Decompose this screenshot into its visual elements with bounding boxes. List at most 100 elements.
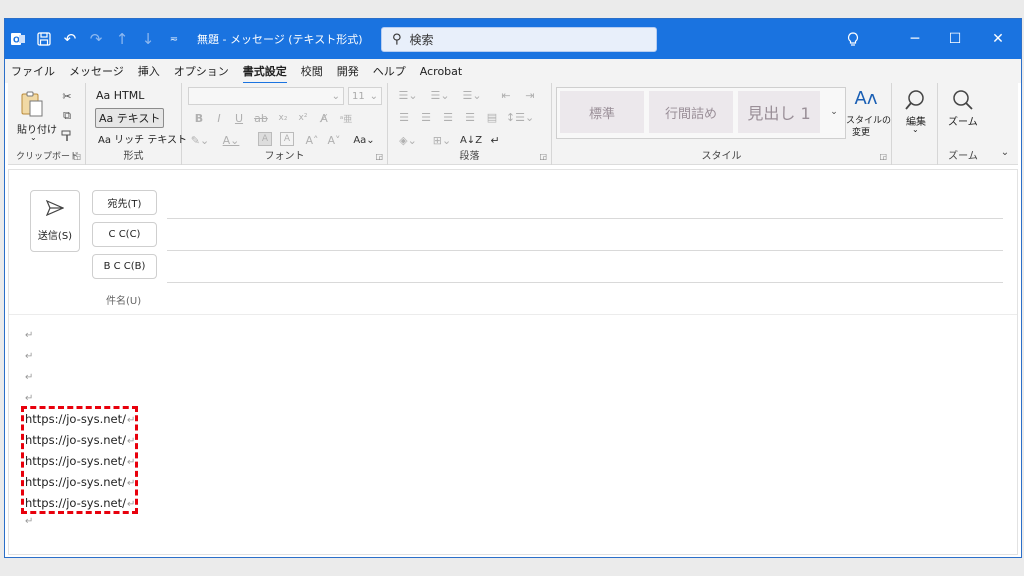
sort-icon[interactable]: A↓Z (460, 132, 482, 148)
character-border-icon[interactable]: A (280, 132, 294, 146)
undo-icon[interactable]: ↶ (57, 19, 83, 59)
bold-icon[interactable]: B (192, 110, 206, 126)
align-center-icon[interactable]: ☰ (418, 109, 434, 125)
format-text-button[interactable]: Aa テキスト (95, 108, 165, 128)
paste-label[interactable]: 貼り付け (17, 121, 57, 136)
increase-indent-icon[interactable]: ⇥ (522, 87, 538, 103)
numbering-icon[interactable]: ☰⌄ (426, 87, 454, 103)
font-color-icon[interactable]: A⌄ (220, 132, 242, 148)
style-normal[interactable]: 標準 (560, 91, 644, 133)
tab-help[interactable]: ヘルプ (373, 63, 406, 79)
align-right-icon[interactable]: ☰ (440, 109, 456, 125)
save-icon[interactable] (31, 19, 57, 59)
cut-icon[interactable]: ✂ (58, 87, 76, 105)
previous-item-icon[interactable]: ↑ (109, 19, 135, 59)
grow-font-icon[interactable]: A˄ (304, 132, 320, 148)
distributed-icon[interactable]: ▤ (484, 109, 500, 125)
shrink-font-icon[interactable]: A˅ (326, 132, 342, 148)
borders-icon[interactable]: ⊞⌄ (428, 132, 456, 148)
url-line[interactable]: https://jo-sys.net/↵ (25, 475, 135, 489)
phonetic-guide-icon[interactable]: ᵃ亜 (338, 110, 354, 126)
paste-icon[interactable] (16, 89, 48, 119)
format-rich-text-button[interactable]: Aa リッチ テキスト (98, 131, 187, 146)
format-painter-icon[interactable] (58, 127, 76, 145)
zoom-icon[interactable] (950, 87, 976, 113)
styles-launcher-icon[interactable]: ◲ (879, 152, 887, 161)
change-styles-icon[interactable]: Aʌ (848, 87, 884, 109)
search-box[interactable]: ⚲ 検索 (381, 27, 657, 52)
font-size-dropdown[interactable]: 11 ⌄ (348, 87, 382, 105)
justify-icon[interactable]: ☰ (462, 109, 478, 125)
font-size-chevron-icon: ⌄ (369, 90, 378, 102)
tab-format-text[interactable]: 書式設定 (242, 63, 287, 84)
font-name-dropdown[interactable]: ⌄ (188, 87, 344, 105)
show-formatting-marks-icon[interactable]: ↵ (486, 132, 504, 148)
cc-field[interactable] (167, 250, 1003, 251)
bcc-button[interactable]: B C C(B) (92, 254, 157, 279)
bcc-field[interactable] (167, 282, 1003, 283)
send-button[interactable]: 送信(S) (30, 190, 80, 252)
underline-icon[interactable]: U (232, 110, 246, 126)
line-spacing-icon[interactable]: ↕☰⌄ (506, 109, 534, 125)
tab-review[interactable]: 校閲 (301, 63, 323, 79)
copy-icon[interactable]: ⧉ (58, 107, 76, 125)
url-line[interactable]: https://jo-sys.net/↵ (25, 496, 135, 510)
close-icon[interactable]: ✕ (975, 19, 1021, 59)
lightbulb-icon[interactable] (833, 19, 873, 59)
clipboard-launcher-icon[interactable]: ◲ (73, 152, 81, 161)
paragraph-mark: ↵ (127, 457, 136, 468)
style-heading-1[interactable]: 見出し 1 (738, 91, 820, 133)
tab-options[interactable]: オプション (174, 63, 229, 79)
bullets-icon[interactable]: ☰⌄ (394, 87, 422, 103)
find-icon[interactable] (902, 87, 928, 113)
font-size-value: 11 (352, 90, 365, 102)
italic-icon[interactable]: I (212, 110, 226, 126)
url-text: https://jo-sys.net/ (25, 475, 127, 489)
outlook-message-window: O ↶ ↷ ↑ ↓ ≂ 無題 - メッセージ (テキスト形式) ⚲ 検索 ─ ☐… (4, 18, 1022, 558)
tab-acrobat[interactable]: Acrobat (420, 65, 462, 78)
maximize-icon[interactable]: ☐ (935, 19, 975, 59)
clear-formatting-icon[interactable]: A̸ (316, 110, 332, 126)
editing-group: 編集 ⌄ (892, 83, 938, 165)
shading-icon[interactable]: ◈⌄ (394, 132, 422, 148)
customize-quick-access-icon[interactable]: ≂ (161, 19, 187, 59)
paragraph-mark: ↵ (127, 499, 136, 510)
style-no-spacing[interactable]: 行間詰め (649, 91, 733, 133)
align-left-icon[interactable]: ☰ (396, 109, 412, 125)
format-html-button[interactable]: Aa HTML (96, 89, 144, 102)
superscript-icon[interactable]: x² (296, 110, 310, 126)
cc-button[interactable]: C C(C) (92, 222, 157, 247)
styles-more-icon[interactable]: ⌄ (828, 91, 840, 133)
paragraph-mark: ↵ (25, 330, 34, 341)
tab-message[interactable]: メッセージ (69, 63, 124, 79)
tab-file[interactable]: ファイル (11, 63, 55, 79)
change-styles-label-2[interactable]: 変更 (852, 125, 870, 138)
change-case-icon[interactable]: Aa⌄ (350, 132, 378, 148)
paragraph-launcher-icon[interactable]: ◲ (539, 152, 547, 161)
url-text: https://jo-sys.net/ (25, 496, 127, 510)
zoom-button-label[interactable]: ズーム (948, 113, 978, 128)
url-line[interactable]: https://jo-sys.net/↵ (25, 454, 135, 468)
subscript-icon[interactable]: x₂ (276, 110, 290, 126)
next-item-icon[interactable]: ↓ (135, 19, 161, 59)
collapse-ribbon-icon[interactable]: ⌄ (998, 145, 1012, 159)
url-line[interactable]: https://jo-sys.net/↵ (25, 412, 135, 426)
to-button[interactable]: 宛先(T) (92, 190, 157, 215)
strikethrough-icon[interactable]: ab (252, 110, 270, 126)
url-line[interactable]: https://jo-sys.net/↵ (25, 433, 135, 447)
paragraph-mark: ↵ (127, 415, 136, 426)
send-icon (45, 199, 65, 221)
to-field[interactable] (167, 218, 1003, 219)
tab-developer[interactable]: 開発 (337, 63, 359, 79)
character-shading-icon[interactable]: A (258, 132, 272, 146)
paste-dropdown-icon[interactable]: ⌄ (30, 133, 37, 142)
minimize-icon[interactable]: ─ (895, 19, 935, 59)
redo-icon[interactable]: ↷ (83, 19, 109, 59)
decrease-indent-icon[interactable]: ⇤ (498, 87, 514, 103)
font-launcher-icon[interactable]: ◲ (375, 152, 383, 161)
highlight-color-icon[interactable]: ✎⌄ (190, 132, 210, 148)
multilevel-list-icon[interactable]: ☰⌄ (458, 87, 486, 103)
editing-dropdown-icon[interactable]: ⌄ (912, 125, 919, 134)
compose-area: 送信(S) 宛先(T) C C(C) B C C(B) 件名(U) ↵ ↵ ↵ … (8, 169, 1018, 555)
tab-insert[interactable]: 挿入 (138, 63, 160, 79)
